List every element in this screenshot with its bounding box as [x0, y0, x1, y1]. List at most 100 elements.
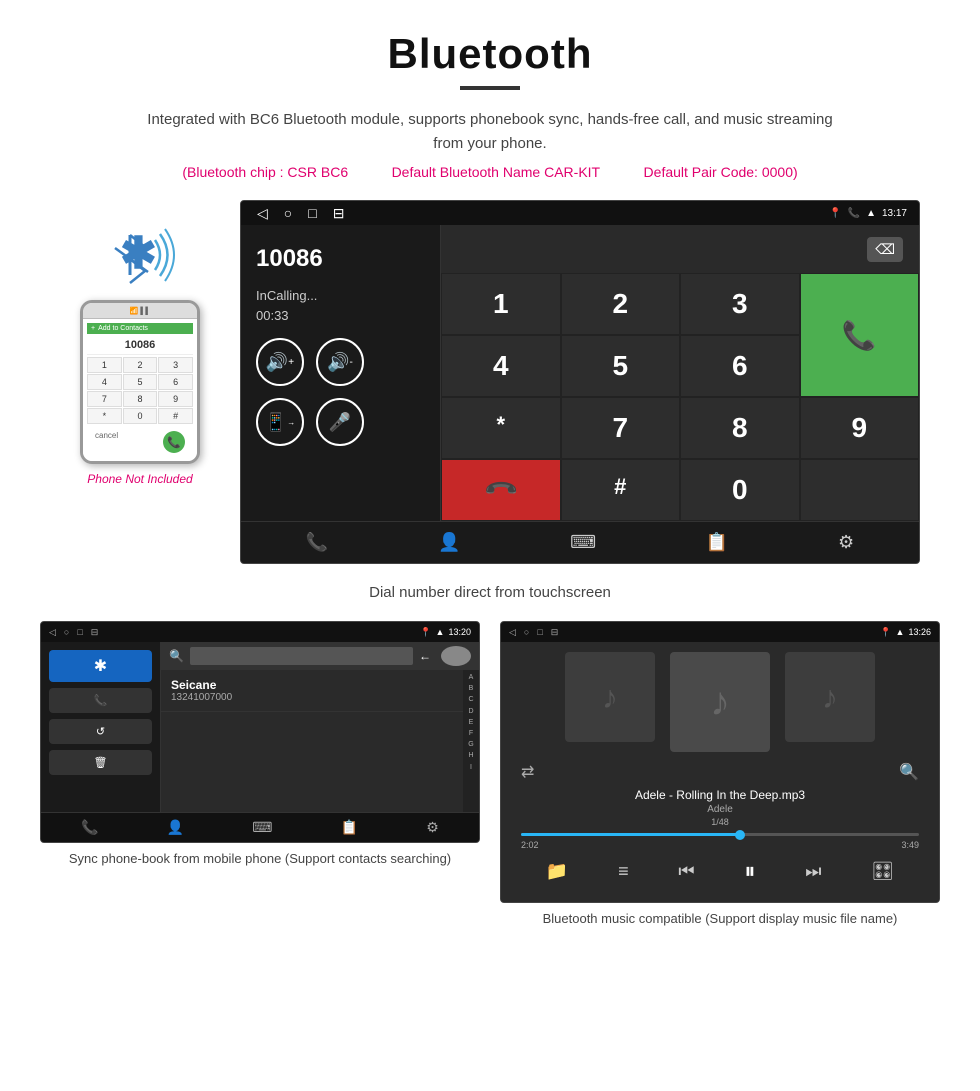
- folder-icon[interactable]: 📁: [546, 861, 568, 882]
- numpad-key-7[interactable]: 7: [561, 397, 681, 459]
- back-icon[interactable]: ◁: [257, 205, 268, 222]
- dialpad-key-9[interactable]: 9: [158, 391, 193, 407]
- music-note-center-icon: ♪: [710, 680, 730, 725]
- progress-dot[interactable]: [735, 830, 745, 840]
- pb-home-icon[interactable]: ○: [64, 627, 69, 638]
- mute-button[interactable]: 🎤: [316, 398, 364, 446]
- bottom-transfer-icon[interactable]: 📋: [706, 532, 728, 553]
- phonebook-contact-item[interactable]: Seicane 13241007000: [161, 670, 463, 712]
- numpad-key-hash[interactable]: #: [561, 459, 681, 521]
- page-specs: (Bluetooth chip : CSR BC6 Default Blueto…: [20, 164, 960, 180]
- equalizer-icon[interactable]: 🎛: [871, 861, 894, 882]
- numpad-key-5[interactable]: 5: [561, 335, 681, 397]
- pb-back-icon[interactable]: ◁: [49, 627, 56, 638]
- music-time-current: 2:02: [521, 840, 539, 850]
- bottom-settings-icon[interactable]: ⚙: [838, 532, 854, 553]
- pb-wifi-icon: ▲: [436, 627, 445, 637]
- album-art-row: ♪ ♪ ♪: [511, 652, 929, 752]
- alpha-h[interactable]: H: [468, 750, 473, 761]
- bottom-contacts-icon[interactable]: 👤: [438, 532, 460, 553]
- music-note-left-icon: ♪: [602, 679, 618, 716]
- alpha-f[interactable]: F: [469, 728, 473, 739]
- alpha-c[interactable]: C: [468, 694, 473, 705]
- dialpad-key-2[interactable]: 2: [123, 357, 158, 373]
- numpad-key-6[interactable]: 6: [680, 335, 800, 397]
- call-accept-button[interactable]: 📞: [800, 273, 920, 397]
- dialpad-key-4[interactable]: 4: [87, 374, 122, 390]
- music-note-right-icon: ♪: [822, 679, 838, 716]
- sync-btn[interactable]: ↺: [49, 719, 152, 744]
- music-screenshot-card: ◁ ○ □ ⊟ 📍 ▲ 13:26 ♪ ♪: [500, 621, 940, 929]
- previous-icon[interactable]: ⏮: [678, 861, 694, 882]
- numpad-key-4[interactable]: 4: [441, 335, 561, 397]
- pb-bottom-transfer-icon[interactable]: 📋: [341, 819, 358, 836]
- numpad-key-8[interactable]: 8: [680, 397, 800, 459]
- spec-chip: (Bluetooth chip : CSR BC6: [182, 164, 348, 180]
- dialpad-key-6[interactable]: 6: [158, 374, 193, 390]
- phone-dialpad: 1 2 3 4 5 6 7 8 9 * 0 #: [87, 357, 193, 424]
- pb-bottom-contacts-icon[interactable]: 👤: [167, 819, 184, 836]
- pb-bottom-dialpad-icon[interactable]: ⌨: [252, 819, 272, 836]
- volume-down-button[interactable]: 🔊-: [316, 338, 364, 386]
- wifi-icon: ▲: [866, 208, 876, 219]
- numpad-key-0[interactable]: 0: [680, 459, 800, 521]
- transfer-button[interactable]: 📱→: [256, 398, 304, 446]
- music-back-icon[interactable]: ◁: [509, 627, 516, 638]
- alpha-g[interactable]: G: [468, 739, 473, 750]
- home-icon[interactable]: ○: [284, 205, 292, 221]
- music-home-icon[interactable]: ○: [524, 627, 529, 638]
- album-art-center: ♪: [670, 652, 770, 752]
- numpad-key-2[interactable]: 2: [561, 273, 681, 335]
- pb-bottom-calls-icon[interactable]: 📞: [81, 819, 98, 836]
- delete-btn[interactable]: 🗑: [49, 750, 152, 775]
- phone-btn[interactable]: 📞: [49, 688, 152, 713]
- android-dialer-screen: ◁ ○ □ ⊟ 📍 📞 ▲ 13:17 10086 InCalling... 0…: [240, 200, 920, 564]
- volume-up-button[interactable]: 🔊+: [256, 338, 304, 386]
- dialpad-key-1[interactable]: 1: [87, 357, 122, 373]
- android-nav-bar: ◁ ○ □ ⊟: [253, 201, 348, 226]
- location-icon: 📍: [829, 208, 841, 219]
- pb-bottom-settings-icon[interactable]: ⚙: [426, 819, 439, 836]
- dialpad-key-star[interactable]: *: [87, 408, 122, 424]
- pb-menu-icon[interactable]: ⊟: [91, 627, 99, 638]
- bluetooth-btn[interactable]: ✱: [49, 650, 152, 682]
- phone-call-button[interactable]: 📞: [163, 431, 185, 453]
- numpad-key-9[interactable]: 9: [800, 397, 920, 459]
- bottom-calls-icon[interactable]: 📞: [306, 532, 328, 553]
- dialpad-key-3[interactable]: 3: [158, 357, 193, 373]
- music-search-icon[interactable]: 🔍: [899, 762, 919, 782]
- music-wifi-icon: ▲: [896, 627, 905, 637]
- numpad-key-1[interactable]: 1: [441, 273, 561, 335]
- alpha-d[interactable]: D: [468, 706, 473, 717]
- numpad-key-extra[interactable]: [800, 459, 920, 521]
- call-end-button[interactable]: 📞: [441, 459, 561, 521]
- next-icon[interactable]: ⏭: [805, 861, 821, 882]
- playlist-icon[interactable]: ≡: [618, 861, 629, 882]
- dialpad-key-5[interactable]: 5: [123, 374, 158, 390]
- alpha-e[interactable]: E: [469, 717, 474, 728]
- music-recents-icon[interactable]: □: [537, 627, 542, 638]
- music-android-screen: ◁ ○ □ ⊟ 📍 ▲ 13:26 ♪ ♪: [500, 621, 940, 903]
- dialpad-key-hash[interactable]: #: [158, 408, 193, 424]
- shuffle-icon[interactable]: ⇄: [521, 762, 534, 782]
- alpha-b[interactable]: B: [469, 683, 474, 694]
- recents-icon[interactable]: □: [308, 205, 316, 221]
- phonebook-caption: Sync phone-book from mobile phone (Suppo…: [69, 849, 451, 869]
- dialpad-key-0[interactable]: 0: [123, 408, 158, 424]
- play-pause-button[interactable]: ⏸: [744, 858, 755, 884]
- dialpad-key-8[interactable]: 8: [123, 391, 158, 407]
- music-track-count: 1/48: [511, 817, 929, 827]
- numpad-key-3[interactable]: 3: [680, 273, 800, 335]
- backspace-button[interactable]: ⌫: [867, 237, 903, 262]
- dialer-left-panel: 10086 InCalling... 00:33 🔊+ 🔊- 📱→ 🎤: [241, 225, 441, 521]
- music-caption: Bluetooth music compatible (Support disp…: [543, 909, 898, 929]
- pb-recents-icon[interactable]: □: [77, 627, 82, 638]
- alpha-i[interactable]: I: [470, 762, 472, 773]
- dialpad-key-7[interactable]: 7: [87, 391, 122, 407]
- menu-icon[interactable]: ⊟: [333, 205, 345, 222]
- back-arrow-icon[interactable]: ←: [419, 649, 431, 663]
- numpad-key-star[interactable]: *: [441, 397, 561, 459]
- bottom-dialpad-icon[interactable]: ⌨: [570, 532, 596, 553]
- music-menu-icon[interactable]: ⊟: [551, 627, 559, 638]
- alpha-a[interactable]: A: [469, 672, 474, 683]
